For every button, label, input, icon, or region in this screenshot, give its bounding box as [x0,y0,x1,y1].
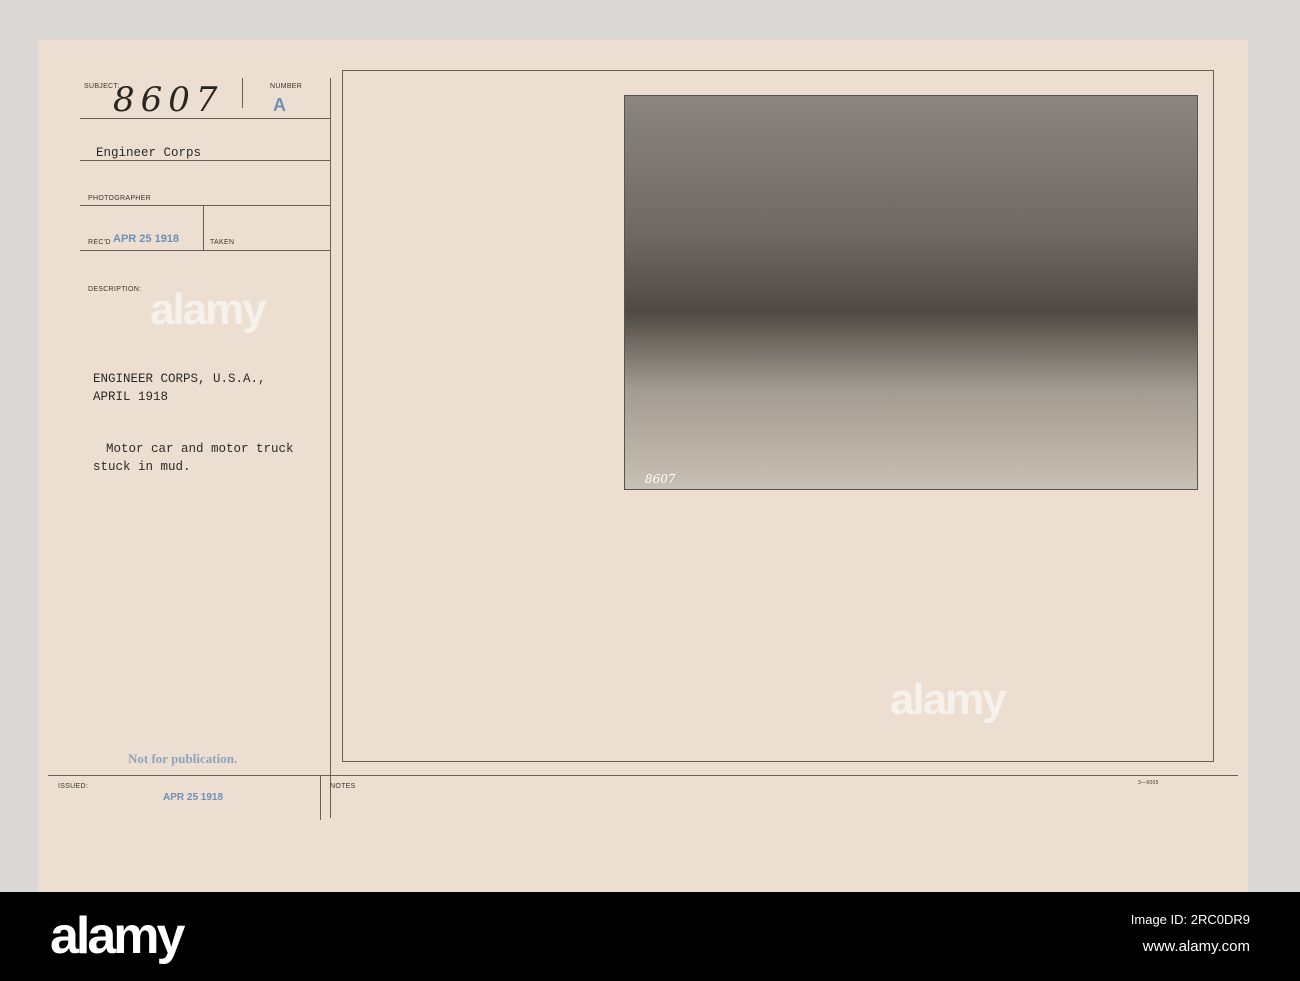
divider [320,775,321,820]
watermark: alamy [150,285,267,334]
number-value: A [273,95,286,115]
number-label: NUMBER [270,83,303,90]
divider [80,160,330,161]
notes-label: NOTES [330,783,356,790]
description-label: DESCRIPTION: [88,286,142,293]
caption-line: Motor car and motor truck [106,442,294,456]
divider [80,205,330,206]
form-number: 3—9005 [1138,780,1159,786]
description-line: ENGINEER CORPS, U.S.A., [93,372,266,386]
description-line: APRIL 1918 [93,390,169,404]
issued-stamp: APR 25 1918 [163,792,224,803]
photographer-label: PHOTOGRAPHER [88,195,151,202]
recd-label: REC'D [88,239,111,246]
subject-number: 8607 [113,80,224,120]
watermark: alamy [890,675,1007,724]
divider [242,78,243,108]
issued-label: ISSUED: [58,783,89,790]
divider [80,250,330,251]
image-id: Image ID: 2RC0DR9 [1130,912,1250,927]
subject-title: Engineer Corps [96,146,202,160]
publication-stamp: Not for publication. [128,751,238,766]
divider [330,78,331,818]
divider [48,775,1238,776]
photograph-motor-truck-in-mud: 8607 [624,95,1198,490]
taken-label: TAKEN [210,239,235,246]
divider [203,205,204,250]
site-url[interactable]: www.alamy.com [1143,938,1250,955]
photo-number: 8607 [645,472,676,486]
footer-banner: alamy Image ID: 2RC0DR9 www.alamy.com [0,892,1300,981]
alamy-logo: alamy [50,907,185,965]
caption-line: stuck in mud. [93,460,191,474]
recd-stamp: APR 25 1918 [113,233,180,245]
